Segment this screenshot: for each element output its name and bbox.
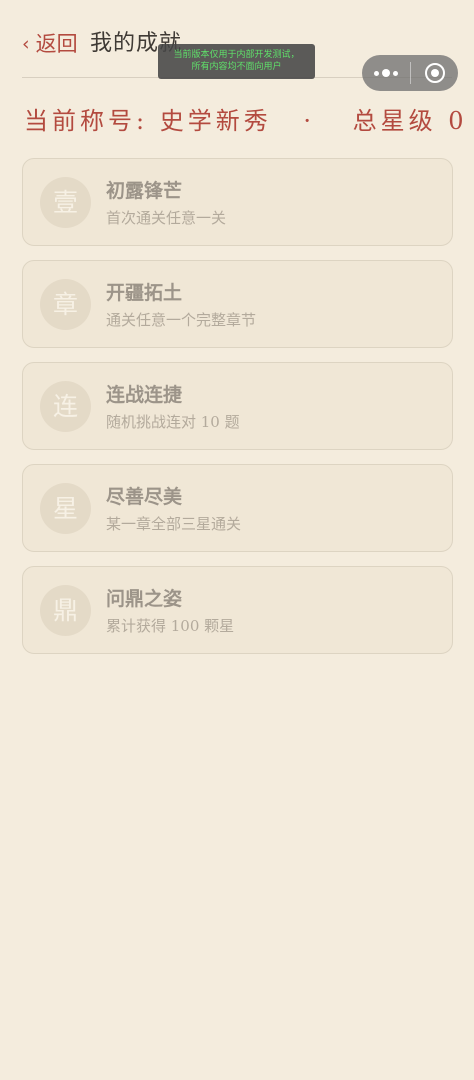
ring-center	[430, 69, 439, 77]
achievement-title: 尽善尽美	[106, 486, 183, 508]
back-button[interactable]: ‹ 返回	[22, 30, 78, 58]
achievement-badge-icon: 星	[40, 483, 91, 534]
ring	[424, 63, 445, 83]
rank-title-label: 当前称号:	[24, 107, 149, 135]
achievement-badge-icon: 连	[40, 381, 91, 432]
achievement-card[interactable]: 鼎 问鼎之姿 累计获得 100 颗星	[22, 566, 453, 654]
achievement-desc: 随机挑战连对 10 题	[106, 413, 240, 431]
achievement-card[interactable]: 星 尽善尽美 某一章全部三星通关	[22, 464, 453, 552]
achievement-card[interactable]: 壹 初露锋芒 首次通关任意一关	[22, 158, 453, 246]
achievement-title: 初露锋芒	[106, 180, 183, 202]
achievement-list: 壹 初露锋芒 首次通关任意一关 章 开疆拓土 通关任意一个完整章节 连 连战连捷…	[22, 158, 453, 668]
chevron-left-icon: ‹	[22, 33, 30, 55]
back-label: 返回	[35, 32, 78, 56]
rank-summary: 当前称号: 史学新秀 · 总星级 0	[24, 103, 464, 139]
achievement-badge-icon: 壹	[40, 177, 91, 228]
achievement-card[interactable]: 章 开疆拓土 通关任意一个完整章节	[22, 260, 453, 348]
dev-notice-tooltip: 当前版本仅用于内部开发测试， 所有内容均不面向用户	[158, 44, 315, 79]
dot	[382, 69, 390, 77]
achievement-title: 问鼎之姿	[106, 588, 183, 610]
achievement-desc: 首次通关任意一关	[106, 209, 227, 227]
stars-value: 0	[448, 107, 468, 135]
dot	[393, 70, 398, 76]
achievement-badge-icon: 鼎	[40, 585, 91, 636]
stars-label: 总星级	[352, 107, 437, 135]
rank-title-value: 史学新秀	[159, 107, 272, 135]
dot	[374, 70, 379, 76]
rank-separator: ·	[303, 107, 316, 135]
target-close-icon[interactable]	[411, 55, 458, 91]
dev-notice-line-2: 所有内容均不面向用户	[191, 62, 282, 72]
achievement-title: 开疆拓土	[106, 282, 183, 304]
miniprogram-capsule	[362, 55, 458, 91]
achievement-desc: 累计获得 100 颗星	[106, 617, 235, 635]
dev-notice-line-1: 当前版本仅用于内部开发测试，	[173, 50, 300, 60]
achievement-desc: 通关任意一个完整章节	[106, 311, 257, 329]
achievement-card[interactable]: 连 连战连捷 随机挑战连对 10 题	[22, 362, 453, 450]
achievement-title: 连战连捷	[106, 384, 183, 406]
achievement-badge-icon: 章	[40, 279, 91, 330]
more-dots-icon[interactable]	[362, 55, 410, 91]
achievement-desc: 某一章全部三星通关	[106, 515, 242, 533]
